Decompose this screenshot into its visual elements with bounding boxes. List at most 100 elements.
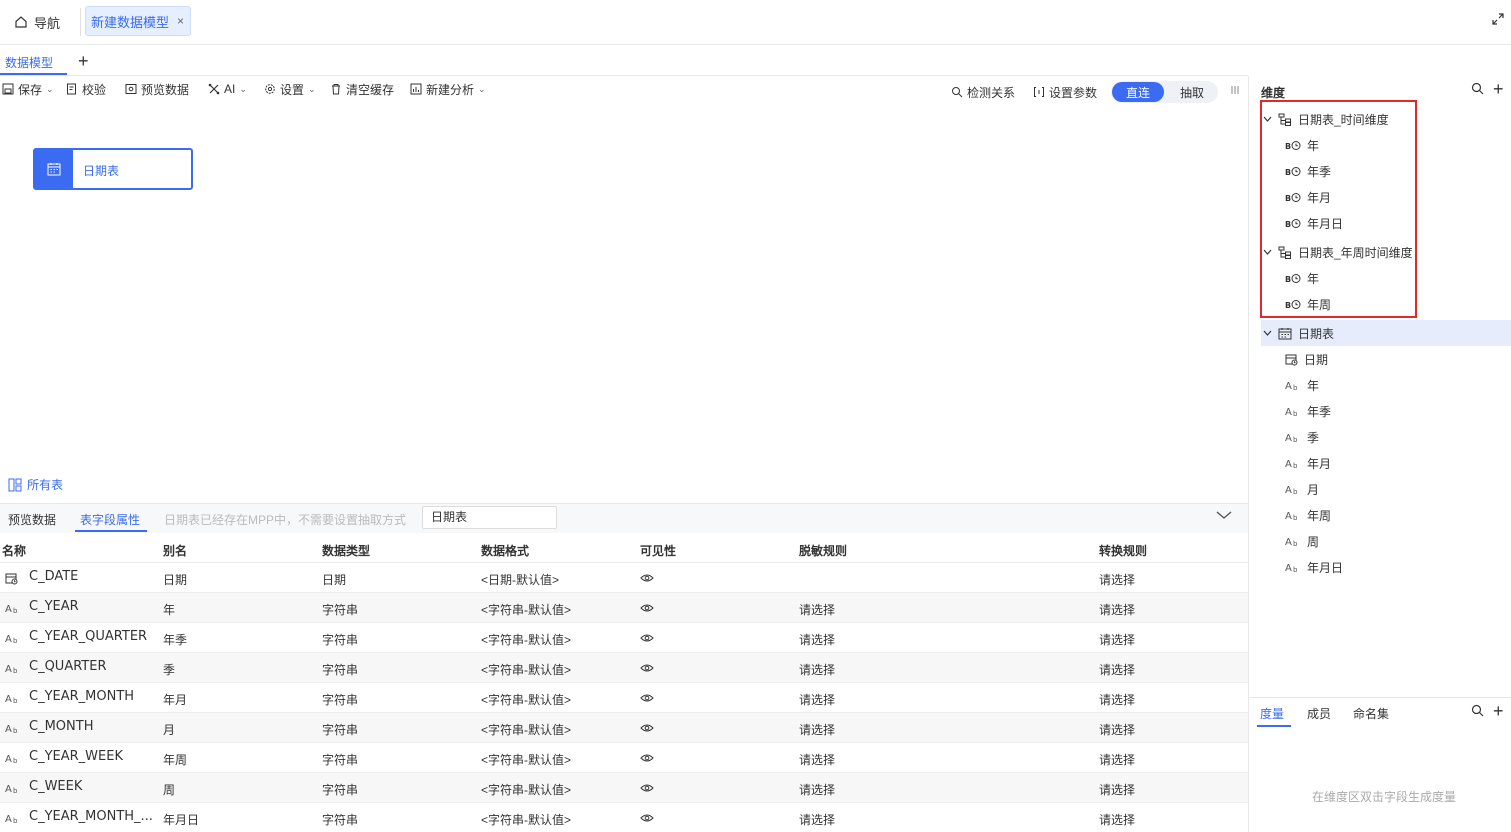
mode-direct-option[interactable]: 直连 [1112, 82, 1164, 102]
eye-icon[interactable] [640, 693, 654, 703]
field-masking-rule[interactable]: 请选择 [799, 601, 835, 618]
dimension-field[interactable]: Ab 年月 [1285, 453, 1331, 473]
chevron-down-icon[interactable] [1263, 330, 1272, 336]
add-tab-button[interactable]: + [78, 51, 89, 72]
field-masking-rule[interactable]: 请选择 [799, 781, 835, 798]
table-row[interactable]: C_DATE 日期 日期 <日期-默认值> 请选择 [0, 563, 1248, 593]
field-convert-rule[interactable]: 请选择 [1099, 721, 1135, 738]
field-data-type[interactable]: 字符串 [322, 601, 358, 618]
eye-icon[interactable] [640, 783, 654, 793]
field-alias[interactable]: 月 [163, 721, 175, 738]
field-data-type[interactable]: 字符串 [322, 781, 358, 798]
field-alias[interactable]: 年周 [163, 751, 187, 768]
dimension-field[interactable]: 日期 [1285, 349, 1328, 369]
table-row[interactable]: Ab C_YEAR_MONTH_... 年月日 字符串 <字符串-默认值> 请选择 请选择 [0, 803, 1248, 832]
eye-icon[interactable] [640, 603, 654, 613]
field-data-type[interactable]: 字符串 [322, 691, 358, 708]
detect-relations-button[interactable]: 检测关系 [951, 84, 1015, 100]
field-convert-rule[interactable]: 请选择 [1099, 601, 1135, 618]
close-icon[interactable]: × [177, 14, 184, 28]
field-convert-rule[interactable]: 请选择 [1099, 631, 1135, 648]
ai-button[interactable]: AI ⌄ [208, 81, 247, 97]
field-convert-rule[interactable]: 请选择 [1099, 571, 1135, 588]
table-row[interactable]: Ab C_MONTH 月 字符串 <字符串-默认值> 请选择 请选择 [0, 713, 1248, 743]
field-alias[interactable]: 年 [163, 601, 175, 618]
field-alias[interactable]: 季 [163, 661, 175, 678]
tab-named-sets[interactable]: 命名集 [1353, 705, 1389, 722]
field-data-format[interactable]: <字符串-默认值> [481, 811, 571, 828]
field-masking-rule[interactable]: 请选择 [799, 721, 835, 738]
tab-members[interactable]: 成员 [1307, 705, 1331, 722]
field-alias[interactable]: 周 [163, 781, 175, 798]
field-alias[interactable]: 日期 [163, 571, 187, 588]
tab-field-properties[interactable]: 表字段属性 [80, 511, 140, 528]
field-data-format[interactable]: <字符串-默认值> [481, 601, 571, 618]
search-icon[interactable] [1471, 82, 1484, 95]
set-params-button[interactable]: 设置参数 [1033, 84, 1097, 100]
field-data-format[interactable]: <字符串-默认值> [481, 721, 571, 738]
table-node[interactable]: 日期表 [33, 148, 193, 190]
tab-new-data-model[interactable]: 新建数据模型 × [85, 6, 191, 36]
field-convert-rule[interactable]: 请选择 [1099, 661, 1135, 678]
eye-icon[interactable] [640, 813, 654, 823]
field-convert-rule[interactable]: 请选择 [1099, 811, 1135, 828]
table-row[interactable]: Ab C_YEAR_MONTH 年月 字符串 <字符串-默认值> 请选择 请选择 [0, 683, 1248, 713]
table-row[interactable]: Ab C_YEAR_QUARTER 年季 字符串 <字符串-默认值> 请选择 请选择 [0, 623, 1248, 653]
tab-measures[interactable]: 度量 [1260, 705, 1284, 722]
field-data-type[interactable]: 日期 [322, 571, 346, 588]
field-data-format[interactable]: <字符串-默认值> [481, 691, 571, 708]
field-data-type[interactable]: 字符串 [322, 721, 358, 738]
field-convert-rule[interactable]: 请选择 [1099, 781, 1135, 798]
collapse-panel-icon[interactable] [1216, 510, 1232, 520]
tab-data-model[interactable]: 数据模型 [5, 54, 53, 71]
field-data-format[interactable]: <字符串-默认值> [481, 661, 571, 678]
field-data-type[interactable]: 字符串 [322, 811, 358, 828]
add-dimension-button[interactable]: + [1493, 79, 1504, 100]
eye-icon[interactable] [640, 573, 654, 583]
field-masking-rule[interactable]: 请选择 [799, 811, 835, 828]
eye-icon[interactable] [640, 753, 654, 763]
table-row[interactable]: Ab C_YEAR 年 字符串 <字符串-默认值> 请选择 请选择 [0, 593, 1248, 623]
dimension-field[interactable]: Ab 周 [1285, 531, 1319, 551]
nav-tab[interactable]: 导航 [14, 12, 60, 32]
field-data-format[interactable]: <字符串-默认值> [481, 751, 571, 768]
field-convert-rule[interactable]: 请选择 [1099, 691, 1135, 708]
field-convert-rule[interactable]: 请选择 [1099, 751, 1135, 768]
field-data-format[interactable]: <字符串-默认值> [481, 631, 571, 648]
dimension-field[interactable]: Ab 年周 [1285, 505, 1331, 525]
field-data-type[interactable]: 字符串 [322, 631, 358, 648]
dimension-field[interactable]: Ab 月 [1285, 479, 1319, 499]
add-measure-button[interactable]: + [1493, 701, 1504, 722]
field-alias[interactable]: 年月日 [163, 811, 199, 828]
dimension-field[interactable]: Ab 年季 [1285, 401, 1331, 421]
table-row[interactable]: Ab C_QUARTER 季 字符串 <字符串-默认值> 请选择 请选择 [0, 653, 1248, 683]
field-masking-rule[interactable]: 请选择 [799, 751, 835, 768]
field-data-type[interactable]: 字符串 [322, 751, 358, 768]
clear-cache-button[interactable]: 清空缓存 [330, 81, 394, 97]
field-data-format[interactable]: <字符串-默认值> [481, 781, 571, 798]
table-select[interactable]: 日期表 [422, 506, 557, 529]
eye-icon[interactable] [640, 663, 654, 673]
preview-data-button[interactable]: 预览数据 [125, 81, 189, 97]
expand-icon[interactable] [1491, 12, 1505, 26]
field-masking-rule[interactable]: 请选择 [799, 661, 835, 678]
panel-toggle-icon[interactable] [1231, 85, 1239, 95]
save-button[interactable]: 保存 ⌄ [2, 81, 54, 97]
table-row[interactable]: Ab C_WEEK 周 字符串 <字符串-默认值> 请选择 请选择 [0, 773, 1248, 803]
search-icon[interactable] [1471, 704, 1484, 717]
dimension-field[interactable]: Ab 年 [1285, 375, 1319, 395]
field-data-format[interactable]: <日期-默认值> [481, 571, 559, 588]
dimension-field[interactable]: Ab 季 [1285, 427, 1319, 447]
dimension-table-date[interactable]: 日期表 [1263, 323, 1334, 343]
field-masking-rule[interactable]: 请选择 [799, 691, 835, 708]
field-alias[interactable]: 年月 [163, 691, 187, 708]
eye-icon[interactable] [640, 723, 654, 733]
mode-extract-option[interactable]: 抽取 [1166, 82, 1218, 102]
eye-icon[interactable] [640, 633, 654, 643]
field-data-type[interactable]: 字符串 [322, 661, 358, 678]
new-analysis-button[interactable]: 新建分析 ⌄ [410, 81, 486, 97]
all-tables-button[interactable]: 所有表 [8, 476, 63, 493]
field-alias[interactable]: 年季 [163, 631, 187, 648]
settings-button[interactable]: 设置 ⌄ [264, 81, 316, 97]
tab-preview-data[interactable]: 预览数据 [8, 511, 56, 528]
